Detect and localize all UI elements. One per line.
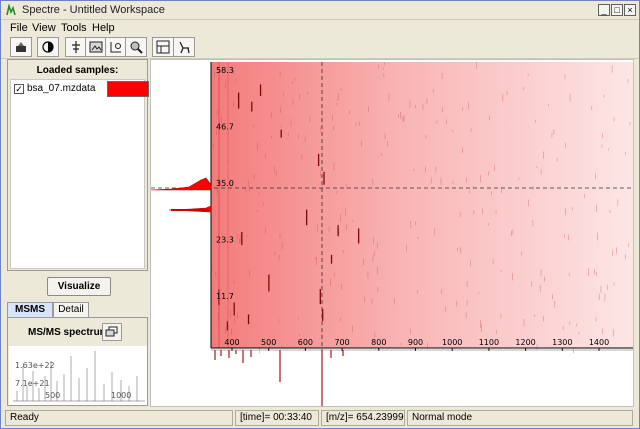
zoom-icon bbox=[130, 41, 143, 54]
maximize-button[interactable]: □ bbox=[611, 4, 623, 16]
menu-bar: File View Tools Help bbox=[1, 20, 639, 36]
status-ready: Ready bbox=[5, 410, 233, 426]
y-tick-label: 58.3 bbox=[216, 66, 234, 75]
status-mode: Normal mode bbox=[407, 410, 633, 426]
menu-view[interactable]: View bbox=[32, 22, 56, 34]
app-icon bbox=[6, 4, 16, 16]
contrast-icon bbox=[42, 41, 54, 53]
status-bar: Ready [time]= 00:33:40 [m/z]= 654.239990… bbox=[1, 408, 639, 428]
msms-title: MS/MS spectrum bbox=[28, 327, 109, 338]
msms-x-label: 500 bbox=[45, 391, 61, 400]
msms-panel: MS/MS spectrum 1.63e+22 7.1e+21 500 1000 bbox=[7, 317, 148, 406]
chromatogram-view[interactable]: 58.3 46.7 35.0 23.3 11.7 400 500 600 700 800 900 10… bbox=[150, 59, 634, 407]
chair-icon bbox=[179, 41, 190, 54]
layout-icon bbox=[156, 40, 170, 54]
tree-icon bbox=[72, 41, 80, 53]
loaded-samples-title: Loaded samples: bbox=[36, 65, 119, 76]
sample-name: bsa_07.mzdata bbox=[27, 83, 96, 94]
tree-button[interactable] bbox=[65, 37, 87, 57]
chair-button[interactable] bbox=[173, 37, 195, 57]
msms-chart: 1.63e+22 7.1e+21 500 1000 bbox=[9, 346, 147, 405]
loaded-samples-panel: Loaded samples: ✓ bsa_07.mzdata bbox=[7, 59, 149, 271]
x-tick-label: 1300 bbox=[552, 338, 572, 347]
x-tick-label: 500 bbox=[261, 338, 276, 347]
x-tick-label: 800 bbox=[371, 338, 386, 347]
minimize-button[interactable]: _ bbox=[598, 4, 610, 16]
x-tick-label: 600 bbox=[298, 338, 313, 347]
heatmap-chart[interactable]: 58.3 46.7 35.0 23.3 11.7 400 500 600 700 800 900 10… bbox=[151, 60, 634, 407]
image-icon bbox=[89, 41, 103, 53]
y-tick-label: 23.3 bbox=[216, 236, 234, 245]
image-button[interactable] bbox=[85, 37, 107, 57]
status-mz: [m/z]= 654.239990... bbox=[321, 410, 405, 426]
close-button[interactable]: × bbox=[624, 4, 636, 16]
zoom-button[interactable] bbox=[125, 37, 147, 57]
y-tick-label: 11.7 bbox=[216, 292, 234, 301]
panel-tabs: MSMS Detail bbox=[7, 302, 148, 318]
toolbar bbox=[1, 36, 639, 59]
layout-button[interactable] bbox=[152, 37, 174, 57]
x-tick-label: 1 bbox=[633, 338, 634, 347]
msms-x-label: 1000 bbox=[111, 391, 132, 400]
detach-button[interactable] bbox=[102, 323, 122, 341]
visualize-button[interactable]: Visualize bbox=[47, 277, 111, 296]
x-tick-label: 900 bbox=[408, 338, 423, 347]
menu-file[interactable]: File bbox=[10, 22, 28, 34]
msms-y-label: 7.1e+21 bbox=[15, 379, 50, 388]
left-panel: Loaded samples: ✓ bsa_07.mzdata Visualiz… bbox=[7, 59, 149, 406]
contrast-button[interactable] bbox=[37, 37, 59, 57]
x-tick-label: 1200 bbox=[515, 338, 535, 347]
x-tick-label: 1000 bbox=[442, 338, 462, 347]
x-tick-label: 1400 bbox=[589, 338, 609, 347]
open-button[interactable] bbox=[10, 37, 32, 57]
title-bar: Spectre - Untitled Workspace _ □ × bbox=[1, 1, 639, 20]
sample-color-swatch[interactable] bbox=[107, 81, 149, 97]
x-tick-label: 700 bbox=[334, 338, 349, 347]
app-window: Spectre - Untitled Workspace _ □ × File … bbox=[0, 0, 640, 429]
y-tick-label: 35.0 bbox=[216, 179, 234, 188]
sample-list: ✓ bsa_07.mzdata bbox=[10, 79, 149, 269]
menu-help[interactable]: Help bbox=[92, 22, 115, 34]
zoom-in-icon bbox=[110, 42, 121, 53]
status-time: [time]= 00:33:40 bbox=[235, 410, 319, 426]
window-icon bbox=[105, 326, 118, 337]
tab-detail[interactable]: Detail bbox=[53, 302, 89, 317]
menu-tools[interactable]: Tools bbox=[61, 22, 87, 34]
window-title: Spectre - Untitled Workspace bbox=[22, 4, 165, 16]
x-tick-label: 1100 bbox=[479, 338, 499, 347]
sample-checkbox[interactable]: ✓ bbox=[14, 84, 24, 94]
msms-y-label: 1.63e+22 bbox=[15, 361, 55, 370]
y-tick-label: 46.7 bbox=[216, 123, 234, 132]
heatmap-area bbox=[211, 62, 633, 348]
tab-msms[interactable]: MSMS bbox=[7, 302, 53, 317]
open-icon bbox=[16, 42, 26, 52]
x-tick-label: 400 bbox=[224, 338, 239, 347]
zoom-in-button[interactable] bbox=[105, 37, 127, 57]
